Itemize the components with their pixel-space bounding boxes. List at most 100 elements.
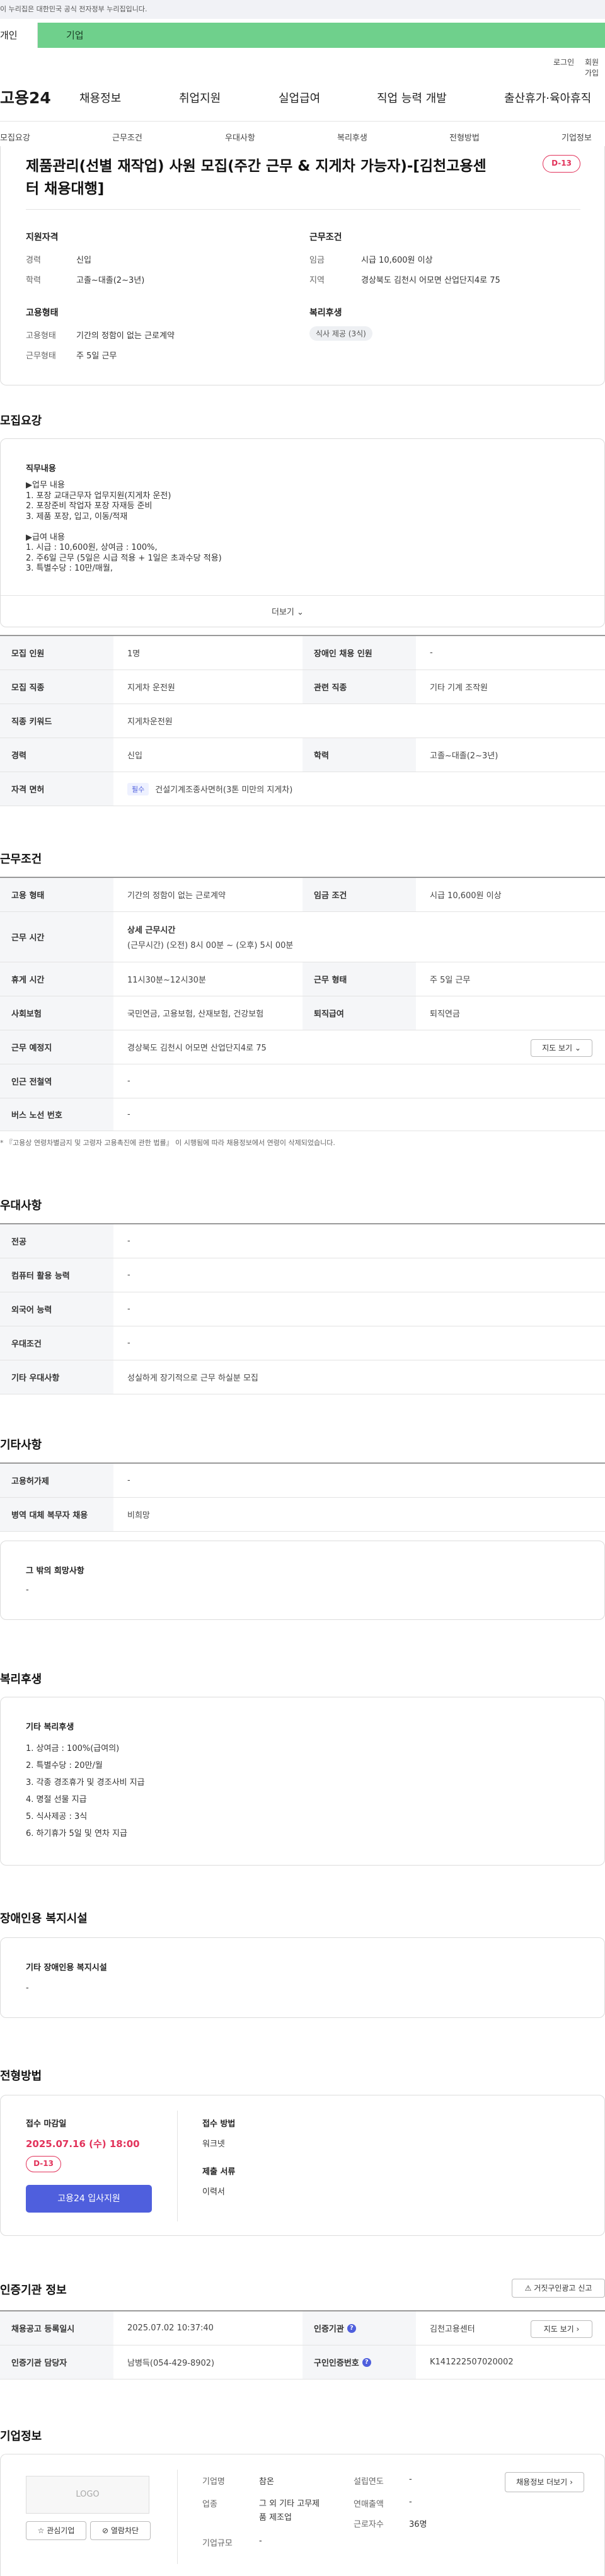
star-icon: ☆ bbox=[37, 2526, 45, 2535]
preference-section-title: 우대사항 bbox=[0, 1199, 42, 1212]
sales-label: 연매출액 bbox=[354, 2500, 384, 2509]
gnb-divider bbox=[0, 121, 605, 122]
conditions-table: 고용 형태 기간의 정함이 없는 근로계약 임금 조건 시급 10,600원 이… bbox=[0, 877, 605, 1131]
warning-icon: ⚠ bbox=[524, 2284, 532, 2293]
tab-corporate[interactable]: 기업 bbox=[38, 23, 605, 48]
more-jobs-button[interactable]: 채용정보 더보기 › bbox=[505, 2472, 584, 2492]
table-row: 우대조건 - bbox=[0, 1326, 605, 1360]
hope-title: 그 밖의 희망사항 bbox=[26, 1566, 84, 1576]
disabled-section-title: 장애인용 복지시설 bbox=[0, 1912, 88, 1925]
welfare-heading: 복리후생 bbox=[309, 308, 342, 318]
chevron-down-icon: ⌄ bbox=[297, 608, 304, 617]
table-row: 컴퓨터 활용 능력 - bbox=[0, 1258, 605, 1292]
nav-item-jobs[interactable]: 채용정보 bbox=[79, 89, 121, 106]
job-title: 제품관리(선별 재작업) 사원 모집(주간 근무 & 지게차 가능자)-[김천고… bbox=[26, 158, 487, 197]
table-row: 인근 전철역 - bbox=[0, 1064, 605, 1098]
nav-item-parental-leave[interactable]: 출산휴가·육아휴직 bbox=[504, 89, 591, 106]
deadline-value: 2025.07.16 (수) 18:00 bbox=[26, 2138, 140, 2150]
map-view-button[interactable]: 지도 보기 ⌄ bbox=[531, 1039, 592, 1057]
list-item: 2. 특별수당 : 20만/월 bbox=[26, 1761, 103, 1770]
company-name-value: 참온 bbox=[259, 2477, 274, 2487]
welfare-section-title: 복리후생 bbox=[0, 1673, 42, 1686]
tab-personal[interactable]: 개인 bbox=[0, 23, 38, 48]
anchor-process[interactable]: 전형방법 bbox=[449, 131, 480, 143]
info-icon[interactable]: ? bbox=[362, 2357, 371, 2367]
table-row: 외국어 능력 - bbox=[0, 1292, 605, 1326]
gov-banner: 이 누리집은 대한민국 공식 전자정부 누리집입니다. bbox=[0, 0, 605, 19]
table-row: 전공 - bbox=[0, 1224, 605, 1258]
company-logo: LOGO bbox=[26, 2476, 149, 2514]
founded-label: 설립연도 bbox=[354, 2477, 384, 2487]
table-row: 사회보험 국민연금, 고용보험, 산재보험, 건강보험 퇴직급여 퇴직연금 bbox=[0, 996, 605, 1030]
table-row: 근무 시간 상세 근무시간 (근무시간) (오전) 8시 00분 ~ (오후) … bbox=[0, 912, 605, 962]
org-map-button[interactable]: 지도 보기 › bbox=[531, 2320, 592, 2338]
career-value: 신입 bbox=[76, 256, 91, 265]
block-view-button[interactable]: ⊘ 열람차단 bbox=[90, 2521, 151, 2540]
sales-value: - bbox=[409, 2497, 412, 2507]
region-value: 경상북도 김천시 어모면 산업단지4로 75 bbox=[361, 276, 500, 285]
education-label: 학력 bbox=[26, 276, 41, 285]
table-row: 고용허가제 - bbox=[0, 1464, 605, 1498]
table-row: 직종 키워드 지게차운전원 bbox=[0, 704, 605, 738]
process-card: 접수 마감일 2025.07.16 (수) 18:00 D-13 고용24 입사… bbox=[0, 2095, 605, 2236]
anchor-welfare[interactable]: 복리후생 bbox=[337, 131, 367, 143]
docs-label: 제출 서류 bbox=[202, 2167, 236, 2177]
company-name-label: 기업명 bbox=[202, 2477, 225, 2487]
table-row: 경력 신입 학력 고졸~대졸(2~3년) bbox=[0, 738, 605, 772]
interest-company-button[interactable]: ☆ 관심기업 bbox=[26, 2521, 86, 2540]
table-row: 채용공고 등록일시 2025.07.02 10:37:40 인증기관 ? 김천고… bbox=[0, 2311, 605, 2345]
conditions-section-title: 근무조건 bbox=[0, 853, 42, 866]
login-link[interactable]: 로그인 bbox=[553, 57, 574, 67]
work-form-label: 근무형태 bbox=[26, 351, 56, 361]
process-section-title: 전형방법 bbox=[0, 2070, 42, 2083]
company-divider bbox=[177, 2470, 178, 2564]
table-row: 버스 노선 번호 - bbox=[0, 1098, 605, 1131]
more-divider bbox=[1, 595, 604, 596]
join-link[interactable]: 회원가입 bbox=[585, 57, 605, 78]
company-scale-value: - bbox=[259, 2536, 262, 2546]
preference-table: 전공 - 컴퓨터 활용 능력 - 외국어 능력 - 우대조건 - 기타 우대사항… bbox=[0, 1223, 605, 1394]
etc-table: 고용허가제 - 병역 대체 복무자 채용 비희망 bbox=[0, 1462, 605, 1532]
duty-card: 직무내용 ▶업무 내용 1. 포장 교대근무자 업무지원(지게차 운전) 2. … bbox=[0, 438, 605, 627]
employment-heading: 고용형태 bbox=[26, 308, 59, 318]
recruit-table: 모집 인원 1명 장애인 채용 인원 - 모집 직종 지게차 운전원 관련 직종… bbox=[0, 635, 605, 806]
summary-divider bbox=[26, 209, 580, 210]
nav-item-unemployment-benefit[interactable]: 실업급여 bbox=[279, 89, 320, 106]
info-icon[interactable]: ? bbox=[347, 2323, 356, 2333]
cert-table: 채용공고 등록일시 2025.07.02 10:37:40 인증기관 ? 김천고… bbox=[0, 2310, 605, 2379]
age-notice: * 『고용상 연령차별금지 및 고령자 고용촉진에 관한 법률』 이 시행됨에 … bbox=[0, 1139, 335, 1147]
chevron-right-icon: › bbox=[576, 2325, 580, 2334]
region-label: 지역 bbox=[309, 276, 325, 285]
nav-item-employment-support[interactable]: 취업지원 bbox=[179, 89, 221, 106]
anchor-conditions[interactable]: 근무조건 bbox=[112, 131, 142, 143]
list-item: 6. 하기휴가 5일 및 연차 지급 bbox=[26, 1829, 127, 1838]
company-section-title: 기업정보 bbox=[0, 2430, 42, 2443]
more-button[interactable]: 더보기 ⌄ bbox=[272, 605, 304, 617]
disabled-card: 기타 장애인용 복지시설 - bbox=[0, 1937, 605, 2018]
company-scale-label: 기업규모 bbox=[202, 2539, 233, 2548]
table-row: 고용 형태 기간의 정함이 없는 근로계약 임금 조건 시급 10,600원 이… bbox=[0, 878, 605, 912]
anchor-recruit[interactable]: 모집요강 bbox=[0, 131, 30, 143]
employment-type-label: 고용형태 bbox=[26, 331, 56, 341]
member-type-tabs: 개인 기업 bbox=[0, 23, 605, 48]
table-row: 휴게 시간 11시30분~12시30분 근무 형태 주 5일 근무 bbox=[0, 962, 605, 996]
site-logo[interactable]: 고용24 bbox=[0, 86, 51, 108]
docs-value: 이력서 bbox=[202, 2187, 225, 2197]
anchor-company[interactable]: 기업정보 bbox=[562, 131, 592, 143]
anchor-preference[interactable]: 우대사항 bbox=[225, 131, 255, 143]
chevron-right-icon: › bbox=[570, 2478, 573, 2487]
list-item: 4. 명절 선물 지급 bbox=[26, 1795, 87, 1804]
report-button[interactable]: ⚠ 거짓구인광고 신고 bbox=[512, 2279, 605, 2298]
conditions-heading: 근무조건 bbox=[309, 232, 342, 242]
wage-value: 시급 10,600원 이상 bbox=[361, 256, 433, 265]
process-divider bbox=[177, 2111, 178, 2221]
nav-item-vocational-training[interactable]: 직업 능력 개발 bbox=[377, 89, 447, 106]
disabled-value: - bbox=[26, 1983, 29, 1993]
career-label: 경력 bbox=[26, 256, 41, 265]
list-item: 3. 각종 경조휴가 및 경조사비 지급 bbox=[26, 1778, 145, 1787]
industry-label: 업종 bbox=[202, 2500, 217, 2509]
table-row: 모집 직종 지게차 운전원 관련 직종 기타 기계 조작원 bbox=[0, 670, 605, 704]
dday-badge: D-13 bbox=[26, 2156, 61, 2172]
apply-button[interactable]: 고용24 입사지원 bbox=[26, 2185, 152, 2213]
work-form-value: 주 5일 근무 bbox=[76, 351, 117, 361]
